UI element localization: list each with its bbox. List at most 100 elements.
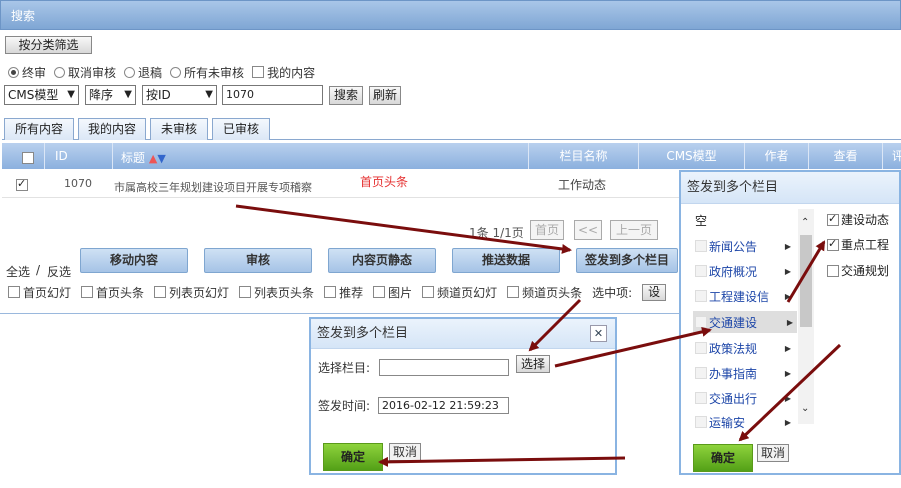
review-button[interactable]: 审核 xyxy=(204,248,312,273)
checkbox-icon xyxy=(827,212,839,226)
radio-final-review[interactable]: 终审 xyxy=(8,64,46,81)
tab-unreviewed[interactable]: 未审核 xyxy=(150,118,208,140)
checkbox-icon xyxy=(695,240,707,252)
choose-column-button[interactable]: 选择 xyxy=(516,355,550,373)
invert-selection-link[interactable]: 反选 xyxy=(47,263,71,280)
chevron-down-icon: ▼ xyxy=(67,89,75,100)
checkbox-icon[interactable] xyxy=(507,286,520,298)
checkbox-icon[interactable] xyxy=(239,286,252,298)
tab-all-content[interactable]: 所有内容 xyxy=(4,118,74,140)
checkbox-icon[interactable] xyxy=(81,286,94,298)
column-input[interactable] xyxy=(379,359,509,376)
confirm-button[interactable]: 确定 xyxy=(323,443,383,471)
list-item[interactable]: 政策法规 ▶ xyxy=(695,337,795,359)
row-title-link[interactable]: 市属高校三年规划建设项目开展专项稽察 xyxy=(114,179,312,195)
column-tree-list: 空 新闻公告 ▶ 政府概况 ▶ 工程建设信 ▶ 交通建设 ▶ 政策法规 ▶ 办事指南 ▶ 交… xyxy=(681,204,802,434)
chevron-right-icon: ▶ xyxy=(784,241,791,251)
checkbox-icon[interactable] xyxy=(422,286,435,298)
empty-option[interactable]: 空 xyxy=(695,212,707,229)
row-checkbox[interactable] xyxy=(16,177,28,191)
tab-my-content[interactable]: 我的内容 xyxy=(78,118,146,140)
chevron-right-icon: ▶ xyxy=(784,343,791,353)
col-comment: 评 xyxy=(882,143,901,169)
order-select[interactable]: 降序 ▼ xyxy=(85,85,136,105)
selected-set-button[interactable]: 设 xyxy=(642,283,667,301)
col-title[interactable]: 标题 ▲▼ xyxy=(112,143,528,169)
chevron-down-icon: ▼ xyxy=(205,89,213,100)
pager-prev[interactable]: 上一页 xyxy=(610,220,658,240)
radio-rejected[interactable]: 退稿 xyxy=(124,64,162,81)
checkbox-icon xyxy=(827,264,839,277)
flag-list-slide: 列表页幻灯 xyxy=(169,285,230,300)
list-item[interactable]: 办事指南 ▶ xyxy=(695,362,795,384)
category-filter-button[interactable]: 按分类筛选 xyxy=(5,36,92,54)
chevron-right-icon: ▶ xyxy=(784,417,791,427)
sort-down-icon[interactable]: ▼ xyxy=(157,152,165,165)
row-tag: 首页头条 xyxy=(360,175,409,189)
select-all-link[interactable]: 全选 xyxy=(6,263,30,280)
checkbox-icon xyxy=(695,416,707,428)
cancel-button[interactable]: 取消 xyxy=(389,443,421,461)
chevron-down-icon: ▼ xyxy=(124,89,132,100)
publish-dialog-small: 签发到多个栏目 ✕ 选择栏目: 选择 签发时间: 2016-02-12 21:5… xyxy=(309,317,617,475)
checkbox-icon[interactable] xyxy=(324,286,337,298)
right-list-item[interactable]: 建设动态 xyxy=(827,211,889,228)
scroll-down-icon[interactable]: ⌄ xyxy=(801,403,809,414)
checkbox-icon[interactable] xyxy=(8,286,20,298)
table-header: ID 标题 ▲▼ 栏目名称 CMS模型 作者 查看 评 xyxy=(2,143,901,169)
row-column: 工作动态 xyxy=(558,178,607,192)
radio-icon xyxy=(124,66,136,78)
model-select[interactable]: CMS模型 ▼ xyxy=(4,85,79,105)
divider xyxy=(0,313,680,314)
scrollbar[interactable]: ⌃ ⌄ xyxy=(798,209,814,424)
radio-all-unreviewed[interactable]: 所有未审核 xyxy=(170,64,244,81)
list-item-selected[interactable]: 交通建设 ▶ xyxy=(693,311,797,333)
checkbox-icon xyxy=(695,342,707,354)
list-item[interactable]: 新闻公告 ▶ xyxy=(695,235,795,257)
right-list-item[interactable]: 重点工程 xyxy=(827,236,889,253)
search-panel-title: 搜索 xyxy=(11,9,36,23)
field-select[interactable]: 按ID ▼ xyxy=(142,85,217,105)
publish-multiple-button[interactable]: 签发到多个栏目 xyxy=(576,248,678,273)
checkbox-icon xyxy=(695,265,707,277)
radio-icon xyxy=(54,66,66,78)
flag-channel-slide: 频道页幻灯 xyxy=(437,285,498,300)
separator: / xyxy=(36,263,41,277)
push-data-button[interactable]: 推送数据 xyxy=(452,248,560,273)
checkbox-icon[interactable] xyxy=(154,286,167,298)
checkbox-icon[interactable] xyxy=(373,286,386,298)
selected-label: 选中项: xyxy=(592,285,633,300)
cancel-button[interactable]: 取消 xyxy=(757,444,789,462)
publish-time-input[interactable]: 2016-02-12 21:59:23 xyxy=(378,397,509,414)
confirm-button[interactable]: 确定 xyxy=(693,444,753,472)
col-column-name: 栏目名称 xyxy=(528,143,638,169)
close-icon[interactable]: ✕ xyxy=(590,325,607,342)
search-input[interactable]: 1070 xyxy=(222,85,323,105)
col-model: CMS模型 xyxy=(638,143,744,169)
list-item[interactable]: 交通出行 ▶ xyxy=(695,387,795,409)
right-list-item[interactable]: 交通规划 xyxy=(827,262,889,279)
tab-reviewed[interactable]: 已审核 xyxy=(212,118,270,140)
flag-home-slide: 首页幻灯 xyxy=(23,285,72,300)
list-item[interactable]: 工程建设信 ▶ xyxy=(695,285,795,307)
col-author: 作者 xyxy=(744,143,808,169)
list-item[interactable]: 政府概况 ▶ xyxy=(695,260,795,282)
list-item[interactable]: 运输安 ▶ xyxy=(695,411,795,433)
scrollbar-thumb[interactable] xyxy=(800,235,812,327)
static-page-button[interactable]: 内容页静态 xyxy=(328,248,436,273)
pager-first[interactable]: 首页 xyxy=(530,220,564,240)
flag-checkbox-row: 首页幻灯 首页头条 列表页幻灯 列表页头条 推荐 图片 频道页幻灯 频道页头条 … xyxy=(8,283,667,301)
select-all-checkbox[interactable] xyxy=(22,151,34,164)
pager-prev-double[interactable]: << xyxy=(574,220,602,240)
chevron-right-icon: ▶ xyxy=(784,393,791,403)
scroll-up-icon[interactable]: ⌃ xyxy=(801,217,809,228)
move-content-button[interactable]: 移动内容 xyxy=(80,248,188,273)
radio-cancel-review[interactable]: 取消审核 xyxy=(54,64,116,81)
refresh-button[interactable]: 刷新 xyxy=(369,86,401,105)
publish-time-label: 签发时间: xyxy=(318,399,371,413)
flag-list-headline: 列表页头条 xyxy=(254,285,315,300)
my-content-checkbox[interactable]: 我的内容 xyxy=(252,64,315,81)
search-button[interactable]: 搜索 xyxy=(329,86,363,105)
col-view: 查看 xyxy=(808,143,882,169)
checkbox-icon xyxy=(827,237,839,251)
